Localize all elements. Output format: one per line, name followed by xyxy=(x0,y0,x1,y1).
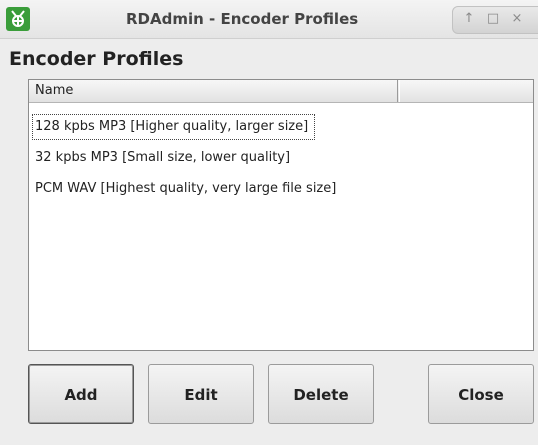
window-title: RDAdmin - Encoder Profiles xyxy=(126,10,359,28)
delete-button[interactable]: Delete xyxy=(268,364,374,424)
edit-button[interactable]: Edit xyxy=(148,364,254,424)
page-title: Encoder Profiles xyxy=(9,48,184,70)
add-button[interactable]: Add xyxy=(28,364,134,424)
close-button[interactable]: Close xyxy=(428,364,534,424)
encoder-profiles-list[interactable]: Name 128 kpbs MP3 [Higher quality, large… xyxy=(28,79,534,351)
maximize-icon[interactable]: □ xyxy=(485,11,501,27)
column-header-extra[interactable] xyxy=(399,80,533,102)
close-icon[interactable]: × xyxy=(509,11,525,27)
shade-up-icon[interactable]: ↑ xyxy=(461,11,477,27)
list-item[interactable]: PCM WAV [Highest quality, very large fil… xyxy=(31,175,336,203)
list-item[interactable]: 128 kpbs MP3 [Higher quality, larger siz… xyxy=(31,113,316,141)
list-header: Name xyxy=(29,80,533,103)
window-controls: ↑ □ × xyxy=(452,6,538,34)
column-header-name[interactable]: Name xyxy=(29,80,398,102)
window-titlebar[interactable]: RDAdmin - Encoder Profiles ↑ □ × xyxy=(0,0,538,39)
rdadmin-app-icon xyxy=(6,7,30,31)
list-item[interactable]: 32 kpbs MP3 [Small size, lower quality] xyxy=(31,144,290,172)
